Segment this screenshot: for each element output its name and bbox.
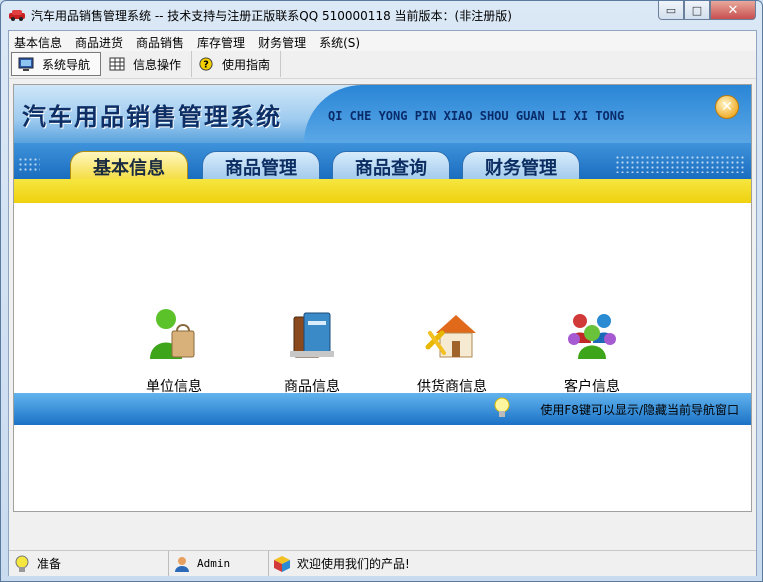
tab-product-management[interactable]: 商品管理: [202, 151, 320, 181]
customer-info-item[interactable]: 客户信息: [542, 303, 642, 396]
menu-system[interactable]: 系统(S): [314, 31, 368, 51]
status-welcome: 欢迎使用我们的产品!: [269, 551, 756, 576]
menu-purchase[interactable]: 商品进货: [70, 31, 131, 51]
minimize-icon: ▭: [665, 3, 677, 17]
monitor-icon: [18, 57, 34, 71]
title-bar[interactable]: 汽车用品销售管理系统 -- 技术支持与注册正版联系QQ 510000118 当前…: [1, 1, 762, 29]
status-user: Admin: [169, 551, 269, 576]
close-x-icon: ✕: [721, 99, 733, 115]
status-welcome-text: 欢迎使用我们的产品!: [297, 557, 410, 571]
maximize-icon: □: [691, 3, 703, 17]
status-ready-text: 准备: [37, 557, 62, 571]
maximize-button[interactable]: □: [684, 1, 710, 20]
user-icon: [175, 556, 189, 572]
app-window: 汽车用品销售管理系统 -- 技术支持与注册正版联系QQ 510000118 当前…: [0, 0, 763, 582]
navigation-panel: 汽车用品销售管理系统 QI CHE YONG PIN XIAO SHOU GUA…: [13, 84, 752, 512]
system-nav-label: 系统导航: [42, 57, 91, 72]
tab-bar: 基本信息 商品管理 商品查询 财务管理: [14, 143, 751, 181]
window-title: 汽车用品销售管理系统 -- 技术支持与注册正版联系QQ 510000118 当前…: [31, 9, 512, 23]
brand-title: 汽车用品销售管理系统: [22, 103, 282, 131]
menu-sales[interactable]: 商品销售: [131, 31, 192, 51]
banner: 汽车用品销售管理系统 QI CHE YONG PIN XIAO SHOU GUA…: [14, 85, 751, 203]
minimize-button[interactable]: ▭: [658, 1, 684, 20]
info-operate-label: 信息操作: [133, 57, 182, 72]
svg-text:?: ?: [203, 60, 209, 71]
close-button[interactable]: ✕: [710, 1, 756, 20]
car-icon: [9, 10, 25, 21]
cube-icon: [274, 555, 290, 572]
tab-basic-info[interactable]: 基本信息: [70, 151, 188, 181]
menu-bar: 基本信息 商品进货 商品销售 库存管理 财务管理 系统(S): [9, 31, 756, 51]
tab-finance-management[interactable]: 财务管理: [462, 151, 580, 181]
status-user-text: Admin: [197, 557, 231, 570]
status-ready: 准备: [9, 551, 169, 576]
house-tools-icon: [425, 315, 476, 358]
unit-info-item[interactable]: 单位信息: [124, 303, 224, 396]
menu-basic-info[interactable]: 基本信息: [9, 31, 70, 51]
books-icon: [290, 312, 334, 358]
tab-product-query[interactable]: 商品查询: [332, 151, 450, 181]
product-info-item[interactable]: 商品信息: [262, 303, 362, 396]
menu-finance[interactable]: 财务管理: [253, 31, 314, 51]
help-icon: ?: [199, 57, 213, 71]
panel-close-button[interactable]: ✕: [715, 95, 739, 119]
status-bar: 准备 Admin 欢迎使用我们的产品!: [9, 550, 756, 576]
grid-icon: [109, 57, 125, 71]
user-guide-button[interactable]: ? 使用指南: [192, 51, 282, 77]
user-guide-label: 使用指南: [222, 57, 271, 72]
system-nav-button[interactable]: 系统导航: [11, 52, 102, 76]
lightbulb-icon: [494, 397, 510, 417]
hint-bar: 使用F8键可以显示/隐藏当前导航窗口: [14, 393, 751, 425]
supplier-info-item[interactable]: 供货商信息: [402, 303, 502, 396]
toolbar: 系统导航 信息操作 ? 使用指南: [9, 51, 756, 79]
menu-inventory[interactable]: 库存管理: [192, 31, 253, 51]
person-bag-icon: [150, 309, 195, 359]
client-area: 基本信息 商品进货 商品销售 库存管理 财务管理 系统(S) 系统导航 信息操作…: [8, 30, 757, 576]
f8-hint: 使用F8键可以显示/隐藏当前导航窗口: [540, 403, 739, 417]
info-operate-button[interactable]: 信息操作: [103, 51, 193, 77]
group-people-icon: [568, 314, 616, 359]
close-icon: ✕: [727, 2, 739, 18]
status-lightbulb-icon: [15, 555, 29, 572]
brand-pinyin: QI CHE YONG PIN XIAO SHOU GUAN LI XI TON…: [328, 109, 625, 123]
